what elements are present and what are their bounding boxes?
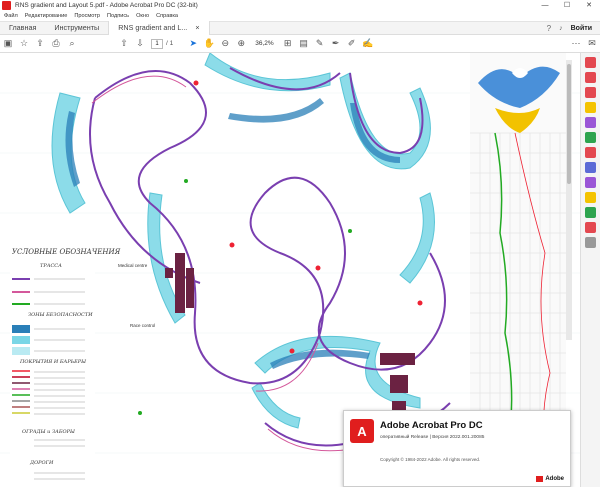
- about-splash-dialog: A Adobe Acrobat Pro DC оперативный Relea…: [343, 410, 571, 487]
- tab-right-area: ? ♪ Войти: [547, 24, 600, 33]
- sign-icon[interactable]: ✍: [360, 36, 376, 52]
- zoom-select[interactable]: 36,2%: [249, 40, 279, 47]
- protect-icon[interactable]: [585, 162, 596, 173]
- combine-files-icon[interactable]: [585, 117, 596, 128]
- star-icon[interactable]: ☆: [16, 36, 32, 52]
- fill-sign-icon[interactable]: [585, 177, 596, 188]
- menu-bar: Файл Редактирование Просмотр Подпись Окн…: [0, 11, 600, 21]
- splash-product-name: Adobe Acrobat Pro DC: [380, 420, 483, 431]
- adobe-brand-text: Adobe: [545, 476, 564, 482]
- next-page-icon[interactable]: ⇩: [132, 36, 148, 52]
- close-button[interactable]: ✕: [578, 0, 600, 11]
- legend-title: УСЛОВНЫЕ ОБОЗНАЧЕНИЯ: [12, 248, 121, 256]
- page-number-input[interactable]: 1: [151, 38, 163, 49]
- legend-section-safety: ЗОНЫ БЕЗОПАСНОСТИ: [28, 312, 93, 318]
- page-total: / 1: [166, 40, 174, 47]
- legend-section-barriers: ПОКРЫТИЯ И БАРЬЕРЫ: [20, 359, 87, 365]
- tab-bar: Главная Инструменты RNS gradient and L..…: [0, 21, 600, 35]
- tab-document[interactable]: RNS gradient and L... ×: [108, 21, 210, 35]
- legend-section-roads: ДОРОГИ: [30, 460, 54, 466]
- splash-version: оперативный Release | Версия 2022.001.20…: [380, 435, 485, 440]
- tab-home[interactable]: Главная: [0, 21, 45, 35]
- scan-ocr-icon[interactable]: [585, 207, 596, 218]
- comment-tool-icon[interactable]: [585, 102, 596, 113]
- send-for-review-icon[interactable]: [585, 192, 596, 203]
- menu-help[interactable]: Справка: [156, 13, 178, 19]
- zoom-in-icon[interactable]: ⊕: [233, 36, 249, 52]
- window-title: RNS gradient and Layout 5.pdf - Adobe Ac…: [15, 2, 198, 9]
- comment-icon[interactable]: ✎: [312, 36, 328, 52]
- vertical-scrollbar[interactable]: [566, 60, 572, 340]
- adobe-logo-icon: [536, 476, 544, 482]
- print-icon[interactable]: ⎙: [48, 36, 64, 52]
- menu-view[interactable]: Просмотр: [74, 13, 100, 19]
- create-pdf-icon[interactable]: [585, 57, 596, 68]
- redact-icon[interactable]: [585, 147, 596, 158]
- tab-close-icon[interactable]: ×: [195, 21, 199, 35]
- menu-sign[interactable]: Подпись: [107, 13, 129, 19]
- fit-page-icon[interactable]: ⊞: [280, 36, 296, 52]
- window-controls: — ☐ ✕: [534, 0, 600, 11]
- menu-file[interactable]: Файл: [4, 13, 18, 19]
- splash-copyright: Copyright © 1984-2022 Adobe. All rights …: [380, 457, 481, 462]
- compress-icon[interactable]: [585, 222, 596, 233]
- tab-document-label: RNS gradient and L...: [118, 23, 188, 32]
- edit-pdf-icon[interactable]: [585, 72, 596, 83]
- adobe-brand: Adobe: [536, 476, 564, 482]
- minimize-button[interactable]: —: [534, 0, 556, 11]
- scrollbar-thumb[interactable]: [567, 64, 571, 184]
- highlight-icon[interactable]: ✐: [344, 36, 360, 52]
- menu-edit[interactable]: Редактирование: [25, 13, 68, 19]
- signin-button[interactable]: Войти: [571, 25, 592, 32]
- zoom-out-icon[interactable]: ⊖: [217, 36, 233, 52]
- search-icon[interactable]: ⌕: [64, 36, 80, 52]
- acrobat-app-icon: [2, 1, 11, 10]
- upload-icon[interactable]: ⇪: [32, 36, 48, 52]
- menu-window[interactable]: Окно: [136, 13, 149, 19]
- tab-tools[interactable]: Инструменты: [45, 21, 108, 35]
- toolbar: ▣ ☆ ⇪ ⎙ ⌕ ⇧ ⇩ 1 / 1 ➤ ✋ ⊖ ⊕ 36,2% ⊞ ▤ ✎ …: [0, 35, 600, 53]
- export-pdf-icon[interactable]: [585, 87, 596, 98]
- legend-section-fences: ОГРАДЫ и ЗАБОРЫ: [22, 429, 75, 435]
- prev-page-icon[interactable]: ⇧: [116, 36, 132, 52]
- scroll-mode-icon[interactable]: ▤: [296, 36, 312, 52]
- select-pointer-icon[interactable]: ➤: [185, 36, 201, 52]
- share-icon[interactable]: ✉: [584, 36, 600, 52]
- hand-icon[interactable]: ✋: [201, 36, 217, 52]
- right-tool-rail: [580, 53, 600, 487]
- legend-section-track: ТРАССА: [40, 263, 62, 269]
- title-bar: RNS gradient and Layout 5.pdf - Adobe Ac…: [0, 0, 600, 11]
- more-tools-icon[interactable]: ⋯: [568, 36, 584, 52]
- maximize-button[interactable]: ☐: [556, 0, 578, 11]
- label-race-control: Race control: [130, 323, 156, 328]
- drawing-legend: [10, 263, 95, 487]
- label-medical-centre: Medical centre: [118, 263, 148, 268]
- pen-icon[interactable]: ✒: [328, 36, 344, 52]
- more-tools-rail-icon[interactable]: [585, 237, 596, 248]
- save-icon[interactable]: ▣: [0, 36, 16, 52]
- organize-pages-icon[interactable]: [585, 132, 596, 143]
- help-icon[interactable]: ?: [547, 24, 551, 33]
- acrobat-logo-icon: A: [350, 419, 374, 443]
- bell-icon[interactable]: ♪: [559, 25, 563, 32]
